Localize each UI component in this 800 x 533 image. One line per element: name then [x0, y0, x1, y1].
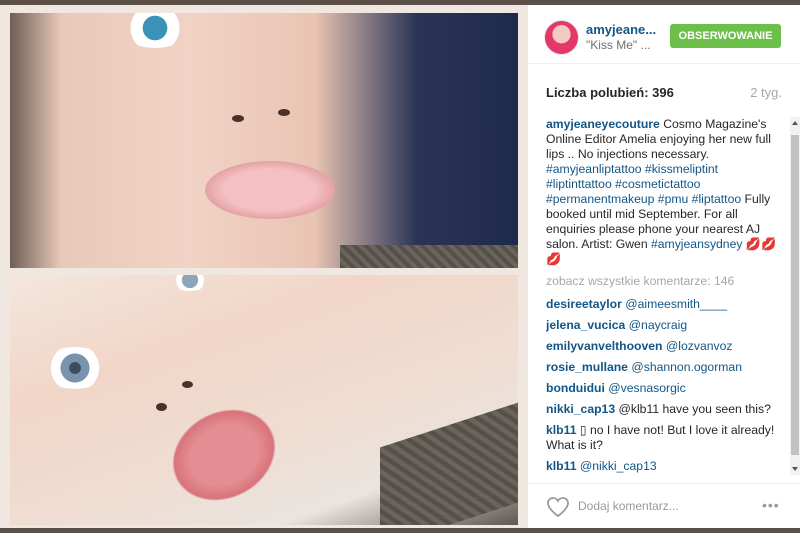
comment-row: bonduidui @vesnasorgic — [546, 381, 782, 396]
comment-username[interactable]: klb11 — [546, 423, 577, 437]
scroll-up-arrow-icon[interactable] — [792, 121, 798, 125]
comment-row: emilyvanvelthooven @lozvanvoz — [546, 339, 782, 354]
post-location[interactable]: "Kiss Me" ... — [586, 38, 651, 52]
photo-nostril — [182, 381, 193, 388]
photo-lips — [153, 388, 295, 522]
post-photo[interactable] — [0, 5, 528, 528]
post-sidebar: amyjeane... "Kiss Me" ... OBSERWOWANIE L… — [528, 5, 800, 528]
photo-tile-top — [10, 13, 518, 268]
add-comment-input[interactable]: Dodaj komentarz... — [578, 499, 679, 513]
photo-lips — [205, 161, 335, 219]
photo-sweater — [340, 245, 518, 268]
photo-nostril — [232, 115, 244, 122]
author-username[interactable]: amyjeane... — [586, 22, 656, 37]
comment-row: klb11 @nikki_cap13 — [546, 459, 782, 474]
likes-row: Liczba polubień: 396 2 tyg. — [546, 85, 782, 100]
comment-row: nikki_cap13 @klb11 have you seen this? — [546, 402, 782, 417]
photo-eye — [170, 275, 210, 291]
photo-nostril — [156, 403, 167, 411]
comment-text: ▯ no I have not! But I love it already! … — [546, 423, 775, 452]
view-all-comments-link[interactable]: zobacz wszystkie komentarze: 146 — [546, 274, 782, 289]
comment-text: @shannon.ogorman — [627, 360, 742, 374]
avatar[interactable] — [544, 20, 579, 55]
comment-text: @klb11 have you seen this? — [615, 402, 771, 416]
caption-username[interactable]: amyjeaneyecouture — [546, 117, 660, 131]
comment-text: @naycraig — [625, 318, 688, 332]
scroll-thumb[interactable] — [791, 135, 799, 455]
comment-row: klb11 ▯ no I have not! But I love it alr… — [546, 423, 782, 453]
comment-row: desireetaylor @aimeesmith____ — [546, 297, 782, 312]
comment-row: jelena_vucica @naycraig — [546, 318, 782, 333]
comments-scrollbar[interactable] — [790, 117, 800, 475]
comment-username[interactable]: rosie_mullane — [546, 360, 628, 374]
likes-count[interactable]: Liczba polubień: 396 — [546, 85, 674, 100]
scroll-down-arrow-icon[interactable] — [792, 467, 798, 471]
photo-eye — [40, 347, 110, 389]
photo-nostril — [278, 109, 290, 116]
comment-text: @lozvanvoz — [662, 339, 733, 353]
comment-username[interactable]: jelena_vucica — [546, 318, 625, 332]
post-footer: Dodaj komentarz... ••• — [528, 483, 800, 529]
comment-text: @nikki_cap13 — [576, 459, 657, 473]
comment-text: @vesnasorgic — [604, 381, 686, 395]
comment-username[interactable]: klb11 — [546, 459, 577, 473]
photo-sweater — [380, 402, 518, 525]
caption: amyjeaneyecouture Cosmo Magazine's Onlin… — [546, 117, 782, 267]
photo-tile-bottom — [10, 275, 518, 525]
post-modal: amyjeane... "Kiss Me" ... OBSERWOWANIE L… — [0, 5, 800, 528]
comments-list[interactable]: amyjeaneyecouture Cosmo Magazine's Onlin… — [546, 117, 782, 475]
comment-text: @aimeesmith____ — [621, 297, 728, 311]
follow-button[interactable]: OBSERWOWANIE — [670, 24, 781, 48]
caption-hashtag-sydney[interactable]: #amyjeansydney — [651, 237, 742, 251]
comment-username[interactable]: emilyvanvelthooven — [546, 339, 663, 353]
post-header: amyjeane... "Kiss Me" ... OBSERWOWANIE — [528, 5, 800, 64]
comment-row: rosie_mullane @shannon.ogorman — [546, 360, 782, 375]
more-options-icon[interactable]: ••• — [762, 497, 780, 513]
comment-username[interactable]: nikki_cap13 — [546, 402, 615, 416]
photo-eye — [120, 13, 190, 48]
comment-username[interactable]: bonduidui — [546, 381, 605, 395]
post-time[interactable]: 2 tyg. — [750, 85, 782, 100]
heart-icon[interactable] — [546, 496, 570, 523]
caption-hashtags[interactable]: #amyjeanliptattoo #kissmeliptint #liptin… — [546, 162, 741, 206]
comment-username[interactable]: desireetaylor — [546, 297, 622, 311]
